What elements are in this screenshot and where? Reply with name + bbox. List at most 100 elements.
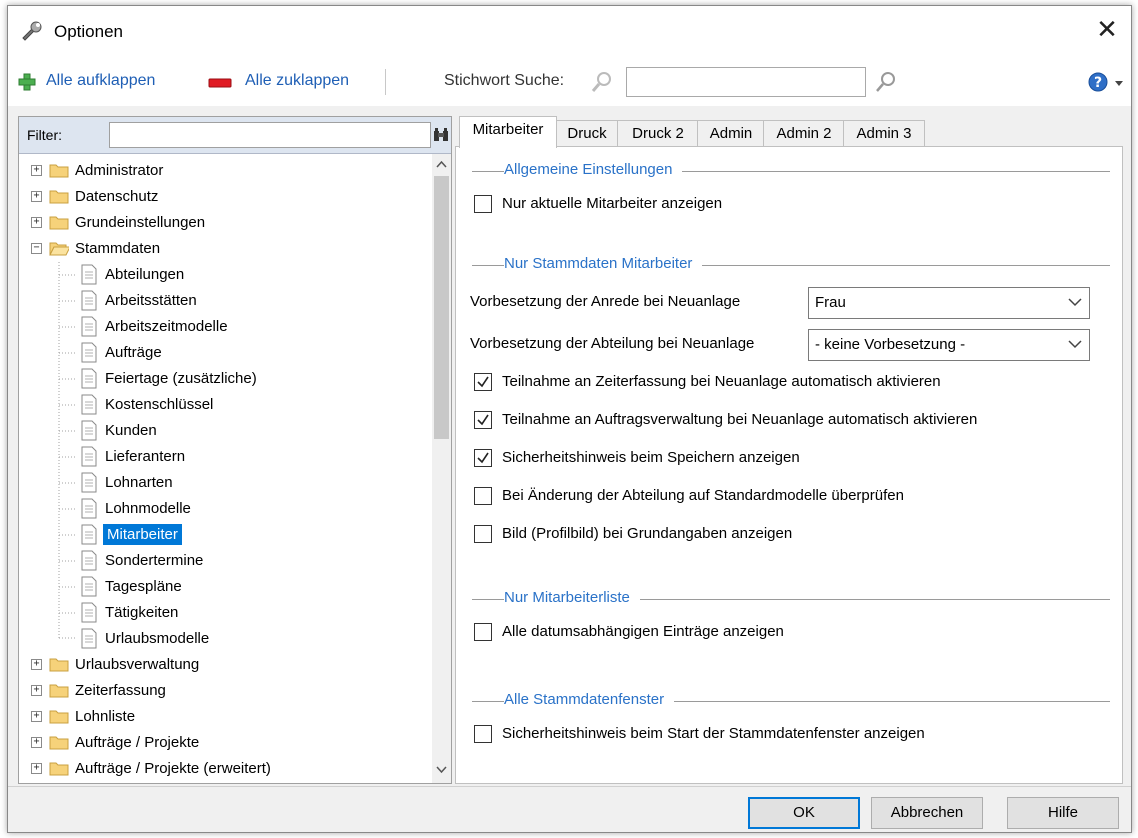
tree-item-label: Sondertermine xyxy=(105,552,204,569)
tree-item-label: Lohnliste xyxy=(75,708,136,725)
tree-item-auftraege-projekte-erweitert[interactable]: + Aufträge / Projekte (erweitert) xyxy=(19,756,419,782)
tree-item-administrator[interactable]: + Administrator xyxy=(19,158,419,184)
toolbar-separator xyxy=(385,69,386,95)
wrench-icon xyxy=(22,21,42,41)
tree-item-urlaubsverwaltung[interactable]: + Urlaubsverwaltung xyxy=(19,652,419,678)
document-icon xyxy=(81,342,97,363)
document-icon xyxy=(81,420,97,441)
open-folder-icon xyxy=(49,242,69,256)
expand-toggle[interactable]: + xyxy=(31,711,42,722)
checkbox-current-employees[interactable] xyxy=(474,195,492,213)
checkbox-time-tracking[interactable] xyxy=(474,373,492,391)
folder-icon xyxy=(49,190,69,204)
tree-item-label: Stammdaten xyxy=(75,240,161,257)
checkbox-check-standard-models[interactable] xyxy=(474,487,492,505)
department-select[interactable]: - keine Vorbesetzung - xyxy=(808,329,1090,361)
collapse-all-button[interactable]: Alle zuklappen xyxy=(245,72,349,90)
tree-child-lohnarten[interactable]: Lohnarten xyxy=(19,470,419,496)
tree-child-feiertage[interactable]: Feiertage (zusätzliche) xyxy=(19,366,419,392)
tree-item-label: Aufträge xyxy=(105,344,162,361)
expand-toggle[interactable]: + xyxy=(31,659,42,670)
expand-toggle[interactable]: + xyxy=(31,763,42,774)
magic-search-icon[interactable] xyxy=(590,70,614,94)
tree-child-arbeitsstaetten[interactable]: Arbeitsstätten xyxy=(19,288,419,314)
tab-druck[interactable]: Druck xyxy=(555,120,619,147)
tree-item-zeiterfassung[interactable]: + Zeiterfassung xyxy=(19,678,419,704)
tree-item-label: Grundeinstellungen xyxy=(75,214,206,231)
tree-child-lieferantern[interactable]: Lieferantern xyxy=(19,444,419,470)
checkbox-save-warning[interactable] xyxy=(474,449,492,467)
ok-button[interactable]: OK xyxy=(748,797,860,829)
filter-label: Filter: xyxy=(27,127,62,143)
tree-child-taetigkeiten[interactable]: Tätigkeiten xyxy=(19,600,419,626)
button-bar: OK Abbrechen Hilfe xyxy=(8,786,1131,832)
search-input[interactable] xyxy=(626,67,866,97)
tree-child-kunden[interactable]: Kunden xyxy=(19,418,419,444)
document-icon xyxy=(81,264,97,285)
document-icon xyxy=(81,472,97,493)
tree-item-auftraege-projekte[interactable]: + Aufträge / Projekte xyxy=(19,730,419,756)
salutation-label: Vorbesetzung der Anrede bei Neuanlage xyxy=(470,293,741,310)
title-bar: Optionen ✕ xyxy=(8,6,1131,60)
help-icon[interactable]: ? xyxy=(1088,72,1110,94)
group-title: Nur Stammdaten Mitarbeiter xyxy=(504,255,703,272)
tree-child-auftraege[interactable]: Aufträge xyxy=(19,340,419,366)
scroll-up-icon[interactable] xyxy=(436,160,447,168)
options-window: Optionen ✕ Alle aufklappen Alle zuklappe… xyxy=(7,5,1132,833)
tree-scrollbar[interactable] xyxy=(432,154,451,783)
checkbox-start-warning[interactable] xyxy=(474,725,492,743)
close-button[interactable]: ✕ xyxy=(1093,16,1121,44)
cancel-button[interactable]: Abbrechen xyxy=(871,797,983,829)
tree-child-sondertermine[interactable]: Sondertermine xyxy=(19,548,419,574)
expand-toggle[interactable]: + xyxy=(31,165,42,176)
group-title: Nur Mitarbeiterliste xyxy=(504,589,640,606)
tree-item-grundeinstellungen[interactable]: + Grundeinstellungen xyxy=(19,210,419,236)
tree-child-kostenschluessel[interactable]: Kostenschlüssel xyxy=(19,392,419,418)
scroll-down-icon[interactable] xyxy=(436,766,447,774)
tree-child-mitarbeiter[interactable]: Mitarbeiter xyxy=(19,522,419,548)
expand-toggle[interactable]: + xyxy=(31,217,42,228)
plus-icon[interactable] xyxy=(18,73,36,91)
scrollbar-thumb[interactable] xyxy=(434,176,449,439)
tree-item-datenschutz[interactable]: + Datenschutz xyxy=(19,184,419,210)
tab-mitarbeiter[interactable]: Mitarbeiter xyxy=(459,116,557,148)
tree-item-lohnliste[interactable]: + Lohnliste xyxy=(19,704,419,730)
search-icon[interactable] xyxy=(874,70,898,94)
folder-icon xyxy=(49,658,69,672)
checkbox-profile-picture[interactable] xyxy=(474,525,492,543)
tree-child-urlaubsmodelle[interactable]: Urlaubsmodelle xyxy=(19,626,419,652)
group-employee-list: Nur Mitarbeiterliste xyxy=(472,589,1110,609)
group-general: Allgemeine Einstellungen xyxy=(472,161,1110,181)
minus-icon[interactable] xyxy=(208,78,232,88)
toolbar: Alle aufklappen Alle zuklappen Stichwort… xyxy=(8,60,1131,104)
binoculars-icon[interactable] xyxy=(433,127,449,143)
tree-child-lohnmodelle[interactable]: Lohnmodelle xyxy=(19,496,419,522)
checkbox-date-entries[interactable] xyxy=(474,623,492,641)
filter-bar: Filter: xyxy=(19,117,451,154)
tree-child-arbeitszeitmodelle[interactable]: Arbeitszeitmodelle xyxy=(19,314,419,340)
tab-druck-2[interactable]: Druck 2 xyxy=(617,120,699,147)
tree-item-label: Feiertage (zusätzliche) xyxy=(105,370,257,387)
salutation-select[interactable]: Frau xyxy=(808,287,1090,319)
tab-admin[interactable]: Admin xyxy=(697,120,765,147)
expand-toggle[interactable]: + xyxy=(31,737,42,748)
document-icon xyxy=(81,446,97,467)
tree-item-label: Arbeitsstätten xyxy=(105,292,197,309)
expand-toggle[interactable]: + xyxy=(31,191,42,202)
document-icon xyxy=(81,394,97,415)
tree-child-tagesplaene[interactable]: Tagespläne xyxy=(19,574,419,600)
tree-item-label: Arbeitszeitmodelle xyxy=(105,318,228,335)
collapse-toggle[interactable]: − xyxy=(31,243,42,254)
expand-all-button[interactable]: Alle aufklappen xyxy=(46,72,155,90)
tree-item-stammdaten[interactable]: − Stammdaten xyxy=(19,236,419,262)
tab-admin-2[interactable]: Admin 2 xyxy=(763,120,845,147)
expand-toggle[interactable]: + xyxy=(31,685,42,696)
dropdown-arrow-icon[interactable] xyxy=(1114,80,1124,88)
tree-child-abteilungen[interactable]: Abteilungen xyxy=(19,262,419,288)
tab-admin-3[interactable]: Admin 3 xyxy=(843,120,925,147)
help-button[interactable]: Hilfe xyxy=(1007,797,1119,829)
checkbox-order-management[interactable] xyxy=(474,411,492,429)
tree-item-label: Urlaubsverwaltung xyxy=(75,656,200,673)
filter-input[interactable] xyxy=(109,122,431,148)
tree-item-label: Kunden xyxy=(105,422,157,439)
